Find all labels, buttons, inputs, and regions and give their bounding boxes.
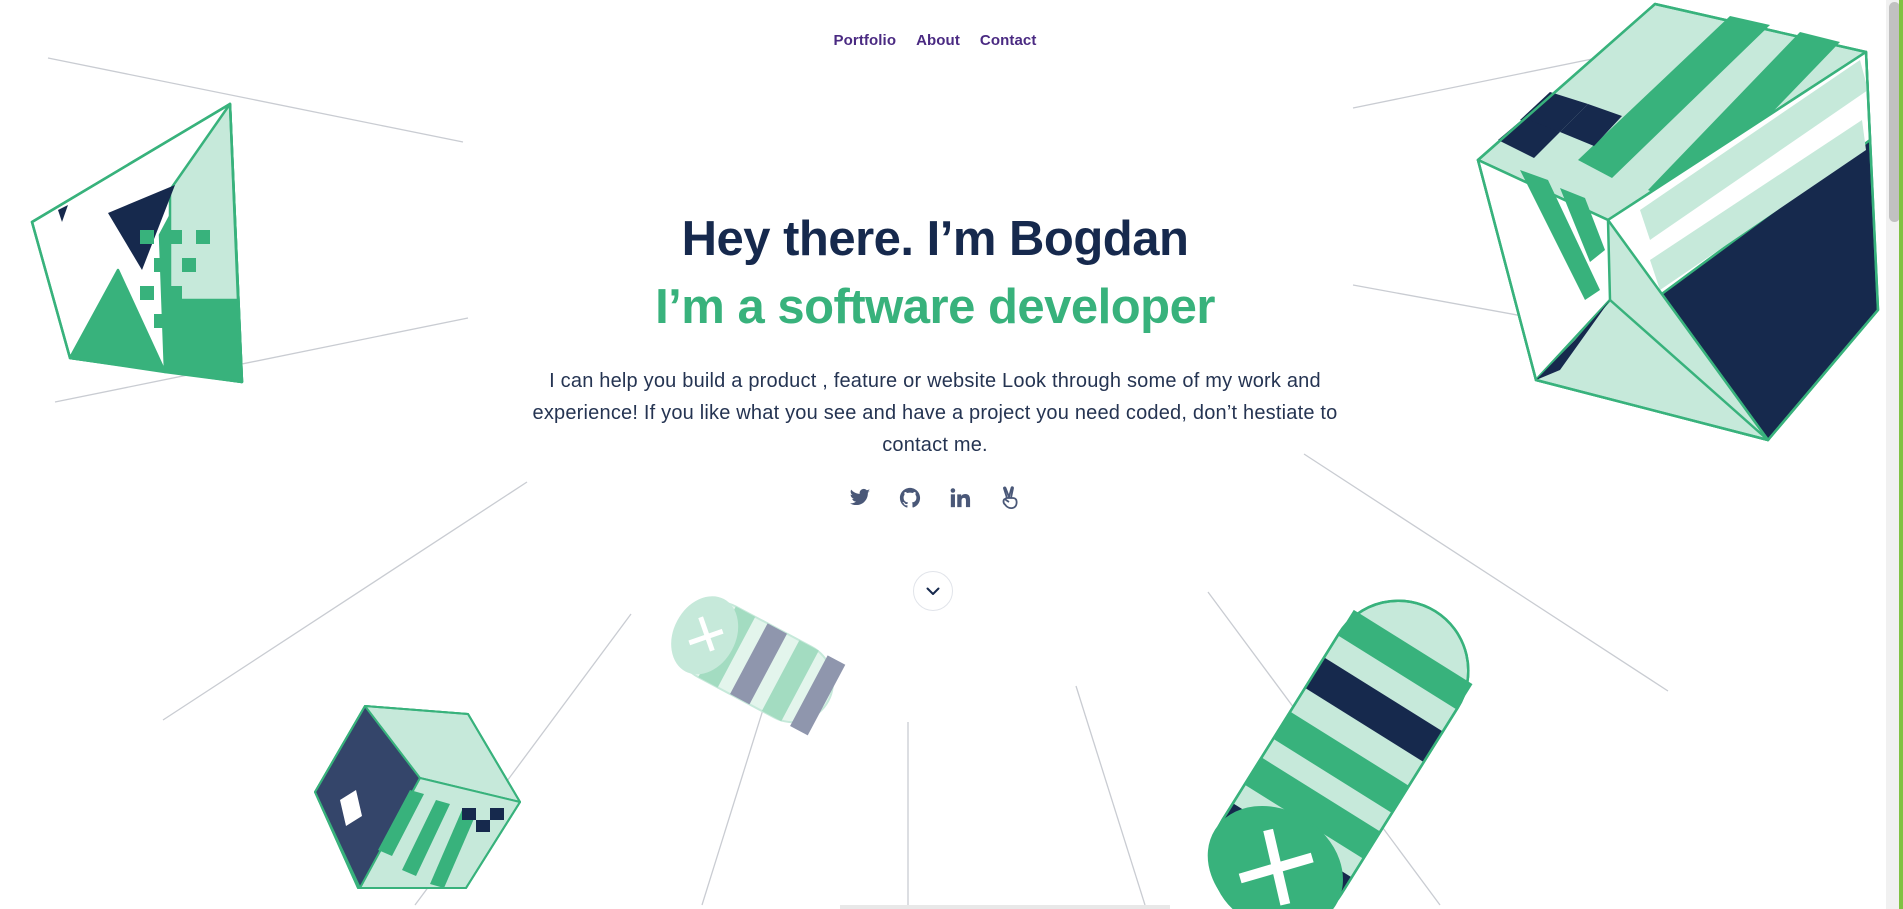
- nav-portfolio-link[interactable]: Portfolio: [834, 32, 897, 49]
- nav-about-link[interactable]: About: [916, 32, 960, 49]
- hero-subtitle: I’m a software developer: [655, 280, 1215, 334]
- linkedin-icon: [950, 488, 971, 508]
- github-icon: [899, 487, 921, 508]
- scroll-down-button[interactable]: [913, 571, 953, 611]
- twitter-icon: [849, 488, 871, 506]
- radiating-lines: [47, 23, 1764, 906]
- chevron-down-icon: [926, 587, 940, 595]
- hero-section: Hey there. I’m Bogdan I’m a software dev…: [0, 205, 1870, 461]
- angellist-icon: [1002, 486, 1018, 510]
- bottom-edge-hint: [840, 905, 1170, 909]
- hero-title: Hey there. I’m Bogdan: [681, 212, 1189, 266]
- window-edge-accent: [1899, 0, 1903, 909]
- page: Portfolio About Contact Hey there. I’m B…: [0, 0, 1903, 909]
- social-links: [0, 486, 1870, 510]
- small-cylinder-shape: [671, 596, 846, 736]
- angellist-link[interactable]: [998, 486, 1022, 510]
- large-cylinder-shape: [1207, 599, 1473, 909]
- github-link[interactable]: [898, 486, 922, 510]
- hero-description: I can help you build a product , feature…: [532, 370, 1338, 456]
- twitter-link[interactable]: [848, 486, 872, 510]
- linkedin-link[interactable]: [948, 486, 972, 510]
- nav-contact-link[interactable]: Contact: [980, 32, 1037, 49]
- bottom-left-cube-shape: [314, 705, 521, 889]
- main-nav: Portfolio About Contact: [0, 32, 1870, 49]
